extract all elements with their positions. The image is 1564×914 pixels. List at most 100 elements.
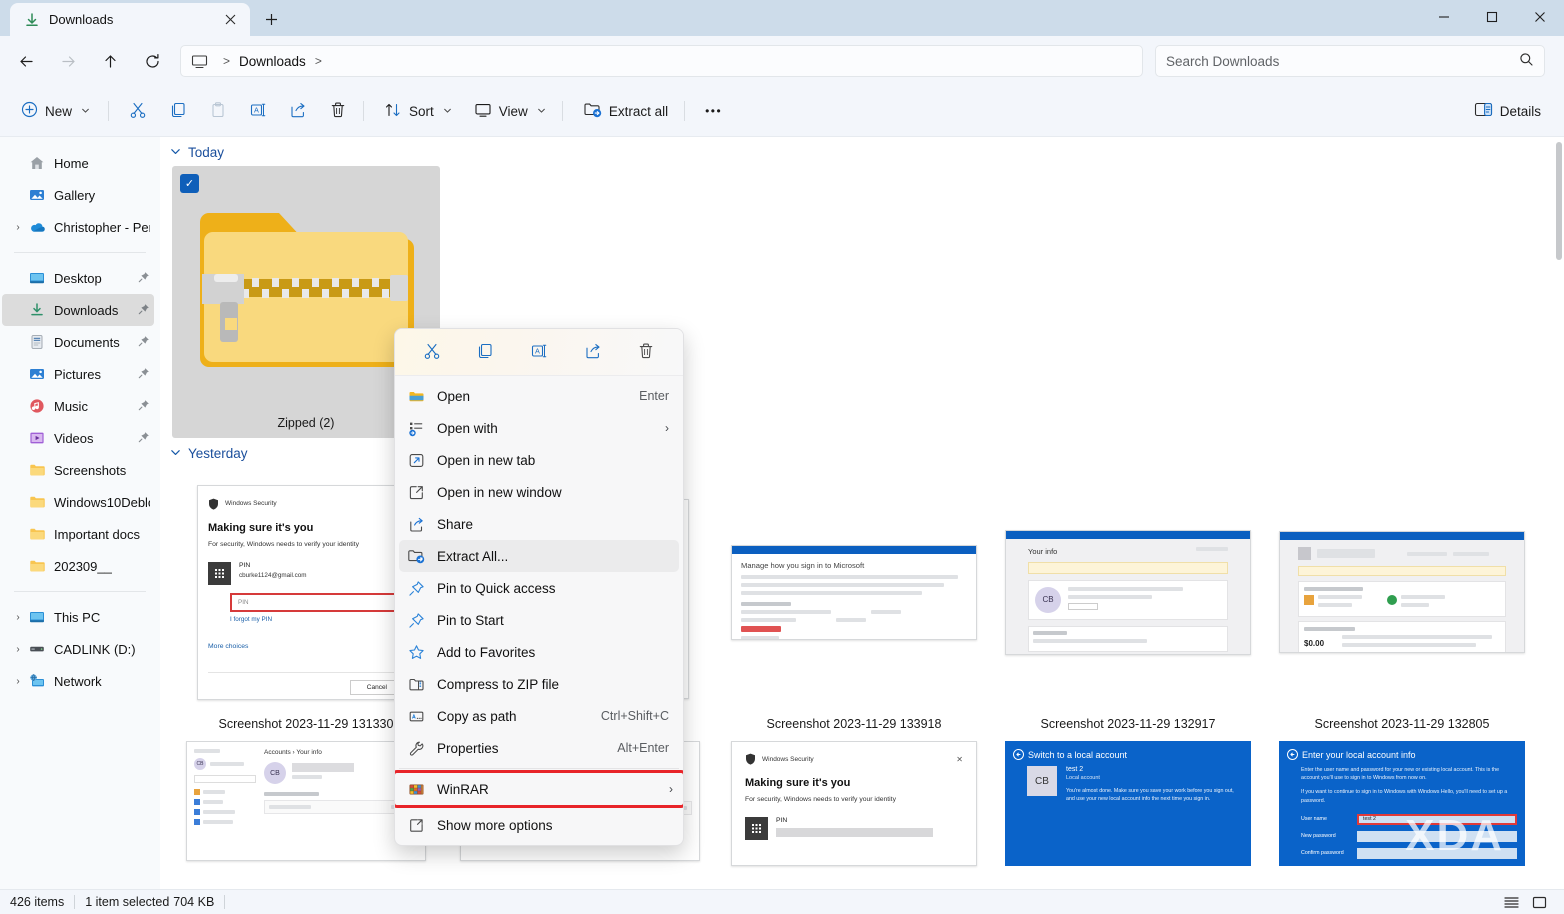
cut-button[interactable] (120, 94, 156, 128)
copy-button[interactable] (160, 94, 196, 128)
sidebar-item-windows10debloat[interactable]: Windows10Debloat (2, 486, 154, 518)
chevron-right-icon[interactable]: › (8, 676, 28, 687)
context-menu[interactable]: A Open Enter Open with › Open in new tab… (394, 328, 684, 846)
context-menu-item-label: WinRAR (437, 781, 489, 797)
context-menu-item-open-with[interactable]: Open with › (399, 412, 679, 444)
share-button[interactable] (280, 94, 316, 128)
paste-button[interactable] (200, 94, 236, 128)
pin-icon[interactable] (132, 431, 150, 446)
share-button[interactable] (576, 336, 610, 368)
rename-button[interactable]: A (522, 336, 556, 368)
forward-button[interactable] (50, 45, 86, 77)
plus-circle-icon (21, 101, 38, 121)
up-button[interactable] (92, 45, 128, 77)
search-box[interactable] (1155, 45, 1545, 77)
context-menu-item-add-to-favorites[interactable]: Add to Favorites (399, 636, 679, 668)
copy-button[interactable] (468, 336, 502, 368)
pin-icon[interactable] (132, 335, 150, 350)
refresh-button[interactable] (134, 45, 170, 77)
context-menu-item-pin-to-quick-access[interactable]: Pin to Quick access (399, 572, 679, 604)
chevron-down-icon[interactable] (170, 146, 181, 160)
delete-button[interactable] (629, 336, 663, 368)
sidebar-item-network[interactable]: › Network (2, 665, 154, 697)
context-menu-item-open-in-new-window[interactable]: Open in new window (399, 476, 679, 508)
view-button[interactable]: View (465, 94, 555, 128)
sidebar-item-videos[interactable]: Videos (2, 422, 154, 454)
chevron-right-icon[interactable]: › (8, 644, 28, 655)
back-button[interactable] (8, 45, 44, 77)
new-button[interactable]: New (10, 94, 101, 128)
context-menu-item-show-more-options[interactable]: Show more options (399, 809, 679, 841)
context-menu-item-extract-all[interactable]: Extract All... (399, 540, 679, 572)
file-tile-screenshot-133918[interactable]: Manage how you sign in to Microsoft Scre… (720, 467, 988, 739)
pin-icon[interactable] (132, 303, 150, 318)
delete-button[interactable] (320, 94, 356, 128)
vertical-scrollbar[interactable] (1554, 140, 1564, 885)
context-menu-item-compress-to-zip[interactable]: Compress to ZIP file (399, 668, 679, 700)
file-tile-switch-local-account[interactable]: Switch to a local account CB test 2 Loca… (994, 741, 1262, 889)
new-tab-button[interactable] (256, 4, 286, 34)
selection-checkmark[interactable]: ✓ (180, 174, 199, 193)
pin-icon[interactable] (132, 399, 150, 414)
sidebar-item-desktop[interactable]: Desktop (2, 262, 154, 294)
breadcrumb-item-downloads[interactable]: Downloads (239, 54, 306, 69)
sidebar-item-music[interactable]: Music (2, 390, 154, 422)
minimize-button[interactable] (1420, 0, 1468, 33)
sidebar-item-this-pc[interactable]: › This PC (2, 601, 154, 633)
sidebar-item-important-docs[interactable]: Important docs (2, 518, 154, 550)
rename-button[interactable]: A (240, 94, 276, 128)
cut-button[interactable] (415, 336, 449, 368)
file-tile-windows-security-2[interactable]: Windows Security ✕ Making sure it's you … (720, 741, 988, 889)
switch-local-heading: Switch to a local account (1028, 749, 1128, 760)
sidebar-item-screenshots[interactable]: Screenshots (2, 454, 154, 486)
breadcrumb-separator-2[interactable]: > (306, 54, 331, 68)
sort-button[interactable]: Sort (375, 94, 461, 128)
sidebar-item-gallery[interactable]: Gallery (2, 179, 154, 211)
context-menu-item-copy-as-path[interactable]: Copy as path Ctrl+Shift+C (399, 700, 679, 732)
context-menu-item-open[interactable]: Open Enter (399, 380, 679, 412)
close-icon[interactable]: ✕ (956, 755, 963, 764)
details-pane-button[interactable]: Details (1465, 94, 1550, 128)
extract-all-button[interactable]: Extract all (574, 94, 677, 128)
sidebar-item-documents[interactable]: Documents (2, 326, 154, 358)
sidebar-item-202309[interactable]: 202309__ (2, 550, 154, 582)
group-header-yesterday[interactable]: Yesterday (160, 438, 1556, 467)
context-menu-item-open-in-new-tab[interactable]: Open in new tab (399, 444, 679, 476)
sidebar-item-cadlink-d[interactable]: › CADLINK (D:) (2, 633, 154, 665)
sidebar-item-downloads[interactable]: Downloads (2, 294, 154, 326)
tab-downloads[interactable]: Downloads (10, 3, 250, 36)
file-tile-enter-local-account[interactable]: Enter your local account info Enter the … (1268, 741, 1536, 889)
file-tile-screenshot-132917[interactable]: Your info CB Screenshot 2023-11-29 13291… (994, 467, 1262, 739)
scrollbar-thumb[interactable] (1556, 142, 1562, 260)
close-icon[interactable] (218, 8, 242, 32)
more-options-button[interactable]: ••• (696, 94, 731, 128)
sidebar-item-pictures[interactable]: Pictures (2, 358, 154, 390)
search-input[interactable] (1166, 53, 1519, 69)
navigation-pane[interactable]: Home Gallery › Christopher - Perso Deskt… (0, 137, 160, 889)
group-header-today[interactable]: Today (160, 137, 1556, 166)
sidebar-item-onedrive[interactable]: › Christopher - Perso (2, 211, 154, 243)
maximize-button[interactable] (1468, 0, 1516, 33)
search-icon[interactable] (1519, 52, 1534, 70)
chevron-right-icon[interactable]: › (665, 421, 669, 435)
breadcrumb[interactable]: > Downloads > (180, 45, 1143, 77)
pin-icon[interactable] (132, 367, 150, 382)
file-list-pane[interactable]: Today ✓ Zipped (2) Yesterday Windows Sec… (160, 137, 1556, 889)
tile-view-icon[interactable] (1526, 892, 1552, 912)
list-view-icon[interactable] (1498, 892, 1524, 912)
chevron-right-icon[interactable]: › (669, 782, 673, 796)
context-menu-item-pin-to-start[interactable]: Pin to Start (399, 604, 679, 636)
chevron-right-icon[interactable]: › (8, 612, 28, 623)
sidebar-item-label: This PC (54, 609, 101, 625)
close-button[interactable] (1516, 0, 1564, 33)
selection-size: 704 KB (173, 895, 215, 909)
pin-icon[interactable] (132, 271, 150, 286)
view-icon (474, 101, 492, 122)
context-menu-item-share[interactable]: Share (399, 508, 679, 540)
context-menu-item-properties[interactable]: Properties Alt+Enter (399, 732, 679, 764)
chevron-right-icon[interactable]: › (8, 222, 28, 233)
sidebar-item-home[interactable]: Home (2, 147, 154, 179)
context-menu-item-winrar[interactable]: WinRAR › (395, 770, 683, 808)
chevron-down-icon[interactable] (170, 447, 181, 461)
file-tile-screenshot-132805[interactable]: $0.00 Screenshot 2023-11-29 132805 (1268, 467, 1536, 739)
